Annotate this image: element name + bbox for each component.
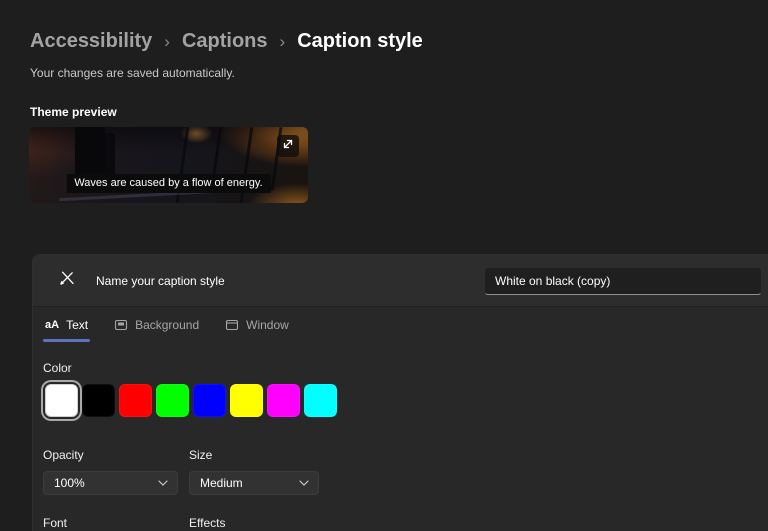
font-label: Font xyxy=(43,516,178,530)
effects-label: Effects xyxy=(189,516,319,530)
text-aa-icon: aA xyxy=(45,319,59,331)
breadcrumb-accessibility[interactable]: Accessibility xyxy=(30,30,152,53)
caption-sample-text: Waves are caused by a flow of energy. xyxy=(66,174,270,193)
name-row: Name your caption style xyxy=(33,255,768,306)
theme-preview-label: Theme preview xyxy=(30,105,768,119)
chevron-down-icon xyxy=(299,480,309,486)
edit-pencil-cross-icon xyxy=(57,268,77,293)
opacity-dropdown[interactable]: 100% xyxy=(43,471,178,495)
swatch-white[interactable] xyxy=(45,384,78,417)
swatch-blue[interactable] xyxy=(193,384,226,417)
chevron-right-icon: › xyxy=(280,31,286,52)
autosave-note: Your changes are saved automatically. xyxy=(30,66,768,80)
tab-background[interactable]: Background xyxy=(112,316,201,342)
caption-style-card: Name your caption style aA Text Backgrou… xyxy=(32,254,768,531)
tab-label: Window xyxy=(246,318,289,332)
swatch-red[interactable] xyxy=(119,384,152,417)
chevron-right-icon: › xyxy=(164,31,170,52)
theme-preview-image: Waves are caused by a flow of energy. xyxy=(29,127,308,203)
expand-preview-button[interactable] xyxy=(277,135,299,157)
size-dropdown[interactable]: Medium xyxy=(189,471,319,495)
preview-person-silhouette xyxy=(75,127,105,177)
breadcrumb: Accessibility › Captions › Caption style xyxy=(30,30,768,53)
swatch-green[interactable] xyxy=(156,384,189,417)
name-caption-style-label: Name your caption style xyxy=(96,274,225,288)
swatch-yellow[interactable] xyxy=(230,384,263,417)
color-label: Color xyxy=(43,361,761,375)
swatch-magenta[interactable] xyxy=(267,384,300,417)
tab-label: Background xyxy=(135,318,199,332)
caption-style-name-input[interactable] xyxy=(484,267,762,295)
window-icon xyxy=(225,318,239,332)
page-title: Caption style xyxy=(297,30,423,53)
size-label: Size xyxy=(189,448,319,462)
tab-label: Text xyxy=(66,318,88,332)
background-image-icon xyxy=(114,318,128,332)
tab-text[interactable]: aA Text xyxy=(43,316,90,342)
opacity-value: 100% xyxy=(54,476,85,490)
size-value: Medium xyxy=(200,476,243,490)
swatch-cyan[interactable] xyxy=(304,384,337,417)
swatch-black[interactable] xyxy=(82,384,115,417)
tab-window[interactable]: Window xyxy=(223,316,291,342)
breadcrumb-captions[interactable]: Captions xyxy=(182,30,268,53)
caption-style-tabs: aA Text Background xyxy=(43,316,761,342)
chevron-down-icon xyxy=(158,480,168,486)
opacity-label: Opacity xyxy=(43,448,178,462)
color-swatch-row xyxy=(43,384,761,417)
diagonal-resize-icon xyxy=(282,137,294,155)
